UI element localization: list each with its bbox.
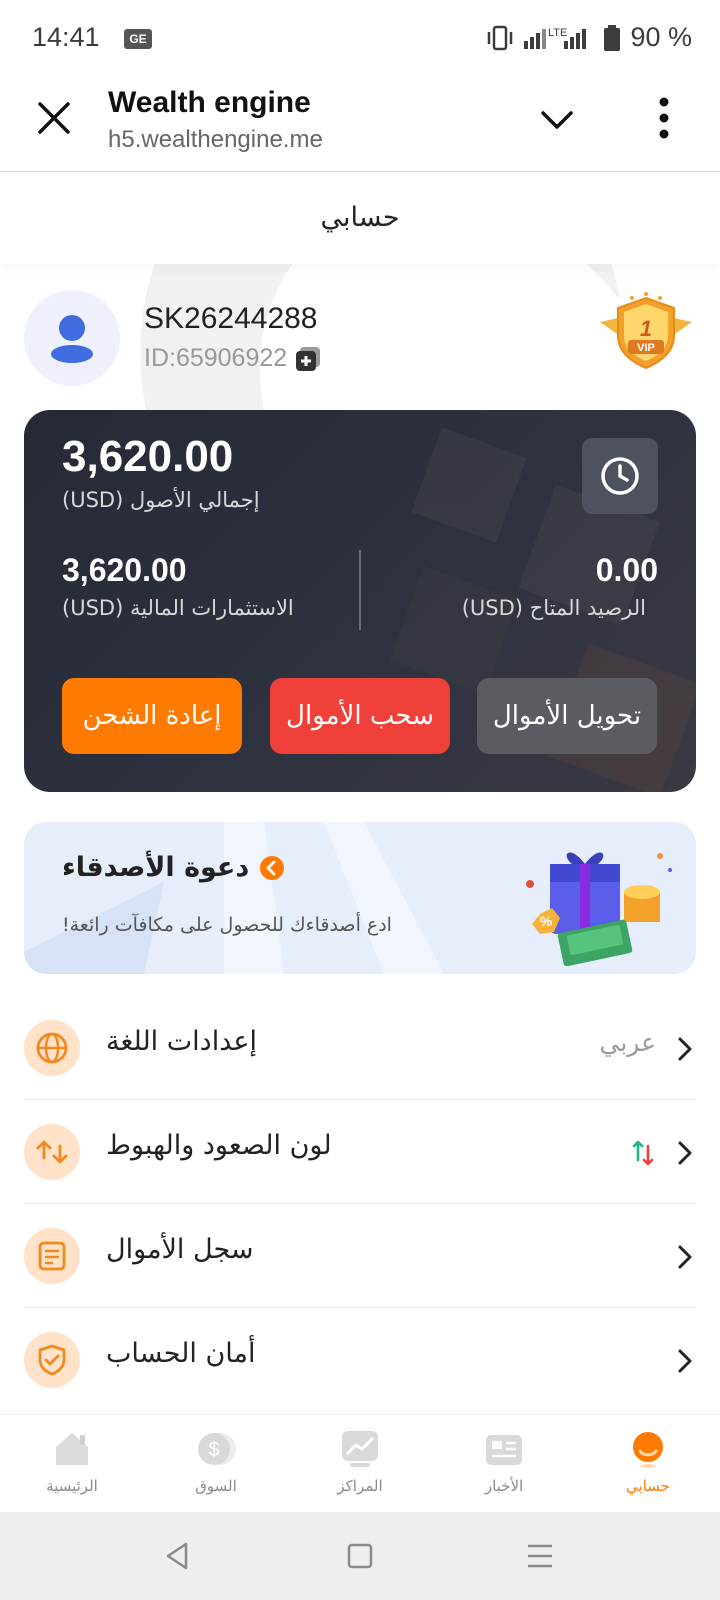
total-assets-label: إجمالي الأصول (USD) xyxy=(62,488,260,512)
up-down-arrows-icon xyxy=(632,1140,654,1166)
account-security-row[interactable]: أمان الحساب xyxy=(24,1308,696,1412)
battery-icon xyxy=(604,24,621,51)
vibrate-icon xyxy=(488,25,513,50)
account-icon xyxy=(633,1432,663,1468)
browser-title: Wealth engine xyxy=(108,86,311,119)
user-id: ID:65906922 xyxy=(144,344,288,372)
tab-home[interactable]: الرئيسية xyxy=(0,1415,144,1513)
chevron-right-icon xyxy=(678,1141,692,1165)
more-vertical-icon[interactable] xyxy=(656,96,672,140)
chevron-right-icon xyxy=(678,1245,692,1269)
invite-title: دعوة الأصدقاء xyxy=(62,852,250,883)
tab-news[interactable]: الأخبار xyxy=(432,1415,576,1513)
tab-market-label: السوق xyxy=(195,1477,237,1495)
chevron-right-icon xyxy=(678,1349,692,1373)
funds-record-row[interactable]: سجل الأموال xyxy=(24,1204,696,1308)
tab-positions[interactable]: المراكز xyxy=(288,1415,432,1513)
status-icons: LTE 90 % xyxy=(486,22,692,53)
shield-check-icon xyxy=(24,1332,80,1388)
svg-text:LTE: LTE xyxy=(548,27,567,39)
system-navigation-bar xyxy=(0,1512,720,1600)
browser-url: h5.wealthengine.me xyxy=(108,126,323,153)
investments-value: 3,620.00 xyxy=(62,552,187,588)
status-time: 14:41 xyxy=(32,22,100,52)
user-id-row: ID:65906922 xyxy=(144,344,321,373)
tab-news-label: الأخبار xyxy=(484,1477,524,1495)
language-value: عربي xyxy=(599,1028,656,1057)
vip-badge-icon: 1 VIP xyxy=(600,292,692,370)
available-balance-label: الرصيد المتاح (USD) xyxy=(461,596,646,620)
chevron-right-icon xyxy=(678,1037,692,1061)
tab-account[interactable]: حسابي xyxy=(576,1415,720,1513)
home-square-icon[interactable] xyxy=(340,1536,380,1576)
home-icon xyxy=(56,1433,88,1465)
tab-positions-label: المراكز xyxy=(337,1477,383,1495)
clock-icon xyxy=(601,457,639,495)
tab-home-label: الرئيسية xyxy=(46,1477,98,1495)
globe-icon xyxy=(24,1020,80,1076)
close-icon[interactable] xyxy=(36,100,72,136)
invite-subtitle: ادع أصدقاءك للحصول على مكافآت رائعة! xyxy=(62,914,392,936)
rise-fall-color-label: لون الصعود والهبوط xyxy=(106,1130,332,1161)
gift-box-icon: % xyxy=(526,852,672,966)
svg-text:%: % xyxy=(540,913,553,929)
signal-icon: LTE xyxy=(524,27,587,49)
browser-bar: Wealth engine h5.wealthengine.me xyxy=(0,80,720,172)
back-triangle-icon[interactable] xyxy=(158,1536,198,1576)
copy-icon[interactable] xyxy=(295,346,321,372)
page-title: حسابي xyxy=(0,172,720,264)
card-divider xyxy=(359,550,361,630)
document-icon xyxy=(24,1228,80,1284)
invite-title-row: دعوة الأصدقاء xyxy=(62,852,285,883)
rise-fall-color-row[interactable]: لون الصعود والهبوط xyxy=(24,1100,696,1204)
username: SK26244288 xyxy=(144,302,318,335)
recharge-button[interactable]: إعادة الشحن xyxy=(62,678,242,754)
avatar[interactable] xyxy=(24,290,120,386)
svg-text:1: 1 xyxy=(640,316,652,341)
ge-icon: GE xyxy=(124,29,152,49)
svg-text:$: $ xyxy=(208,1439,219,1461)
arrow-circle-icon xyxy=(260,855,285,880)
menu-lines-icon[interactable] xyxy=(520,1536,560,1576)
withdraw-button[interactable]: سحب الأموال xyxy=(270,678,450,754)
status-bar: 14:41 GE LTE 90 % xyxy=(0,0,720,80)
available-balance-value: 0.00 xyxy=(595,552,658,588)
swap-arrows-icon xyxy=(24,1124,80,1180)
language-settings-label: إعدادات اللغة xyxy=(106,1026,257,1057)
chart-icon xyxy=(342,1431,378,1467)
tab-market[interactable]: $ السوق xyxy=(144,1415,288,1513)
newspaper-icon xyxy=(486,1435,522,1465)
total-assets-value: 3,620.00 xyxy=(62,432,234,481)
tab-account-label: حسابي xyxy=(626,1477,670,1495)
transfer-button[interactable]: تحويل الأموال xyxy=(477,678,657,754)
language-settings-row[interactable]: إعدادات اللغة عربي xyxy=(24,996,696,1100)
balance-card: 3,620.00 إجمالي الأصول (USD) 3,620.00 ال… xyxy=(24,410,696,792)
coin-icon: $ xyxy=(198,1433,236,1465)
funds-record-label: سجل الأموال xyxy=(106,1234,254,1265)
invite-friends-banner[interactable]: دعوة الأصدقاء ادع أصدقاءك للحصول على مكا… xyxy=(24,822,696,974)
investments-label: الاستثمارات المالية (USD) xyxy=(62,596,294,620)
battery-percent: 90 % xyxy=(630,22,692,52)
chevron-down-icon[interactable] xyxy=(540,104,574,134)
history-button[interactable] xyxy=(582,438,658,514)
user-icon xyxy=(51,315,93,363)
account-security-label: أمان الحساب xyxy=(106,1338,256,1369)
bottom-tab-bar: الرئيسية $ السوق المراكز الأخبار حسابي xyxy=(0,1414,720,1512)
svg-text:VIP: VIP xyxy=(637,342,655,354)
